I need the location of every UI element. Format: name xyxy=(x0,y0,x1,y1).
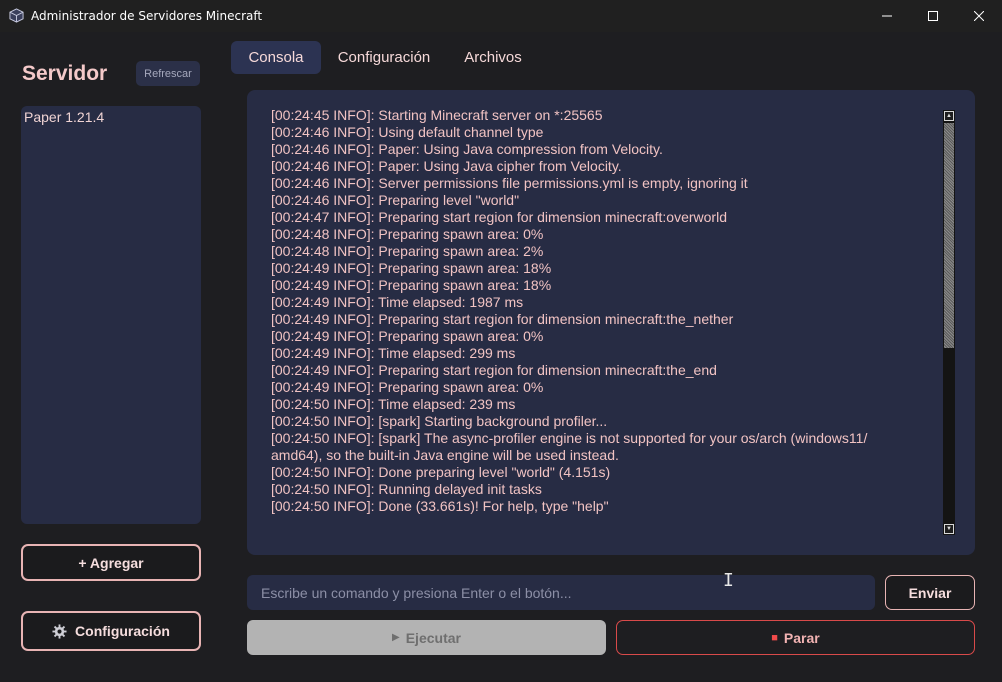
text-cursor-icon: I xyxy=(723,570,734,591)
console-line: [00:24:46 INFO]: Paper: Using Java compr… xyxy=(271,141,663,157)
settings-button-label: Configuración xyxy=(75,623,170,639)
console-line: [00:24:49 INFO]: Time elapsed: 1987 ms xyxy=(271,294,524,310)
console-line: [00:24:49 INFO]: Preparing spawn area: 1… xyxy=(271,277,552,293)
tab-console[interactable]: Consola xyxy=(231,41,321,74)
console-line: [00:24:46 INFO]: Using default channel t… xyxy=(271,124,544,140)
maximize-button[interactable] xyxy=(910,0,956,32)
console-line: [00:24:49 INFO]: Preparing spawn area: 0… xyxy=(271,328,544,344)
add-server-button[interactable]: + Agregar xyxy=(21,544,201,581)
console-line: [00:24:50 INFO]: [spark] The async-profi… xyxy=(271,430,868,463)
console-line: [00:24:49 INFO]: Preparing start region … xyxy=(271,362,717,378)
tab-configuration[interactable]: Configuración xyxy=(329,41,439,74)
console-line: [00:24:45 INFO]: Starting Minecraft serv… xyxy=(271,107,603,123)
run-button-label: Ejecutar xyxy=(405,629,461,646)
command-input[interactable] xyxy=(247,575,875,610)
minimize-icon xyxy=(882,15,892,17)
console-line: [00:24:48 INFO]: Preparing spawn area: 0… xyxy=(271,226,544,242)
maximize-icon xyxy=(928,11,938,21)
refresh-button[interactable]: Refrescar xyxy=(136,61,200,86)
play-icon: ▶ xyxy=(392,632,400,643)
console-line: [00:24:49 INFO]: Time elapsed: 299 ms xyxy=(271,345,516,361)
sidebar-title: Servidor xyxy=(22,62,108,85)
app-icon xyxy=(9,8,24,23)
console-line: [00:24:50 INFO]: [spark] Starting backgr… xyxy=(271,413,608,429)
add-button-label: + Agregar xyxy=(78,554,144,571)
scroll-up-arrow-icon[interactable]: ▲ xyxy=(944,111,954,121)
gear-icon xyxy=(52,623,67,639)
close-icon xyxy=(974,11,984,21)
console-line: [00:24:49 INFO]: Preparing spawn area: 1… xyxy=(271,260,552,276)
console-line: [00:24:46 INFO]: Preparing level "world" xyxy=(271,192,520,208)
scrollbar-thumb[interactable] xyxy=(944,123,954,348)
console-scrollbar[interactable]: ▲ ▼ xyxy=(943,110,955,535)
console-line: [00:24:46 INFO]: Paper: Using Java ciphe… xyxy=(271,158,622,174)
console-line: [00:24:50 INFO]: Done (33.661s)! For hel… xyxy=(271,498,609,514)
console-line: [00:24:47 INFO]: Preparing start region … xyxy=(271,209,727,225)
console-output[interactable]: [00:24:45 INFO]: Starting Minecraft serv… xyxy=(247,90,975,555)
app-body: Servidor Refrescar Paper 1.21.4 + Agrega… xyxy=(0,32,1002,682)
server-list-item[interactable]: Paper 1.21.4 xyxy=(24,109,198,126)
window-title: Administrador de Servidores Minecraft xyxy=(31,9,263,23)
stop-icon: ■ xyxy=(771,631,778,644)
console-line: [00:24:49 INFO]: Preparing start region … xyxy=(271,311,734,327)
minimize-button[interactable] xyxy=(864,0,910,32)
title-bar: Administrador de Servidores Minecraft xyxy=(0,0,1002,32)
run-button[interactable]: ▶ Ejecutar xyxy=(247,620,606,655)
send-button[interactable]: Enviar xyxy=(885,575,975,610)
console-line: [00:24:46 INFO]: Server permissions file… xyxy=(271,175,748,191)
scroll-down-arrow-icon[interactable]: ▼ xyxy=(944,524,954,534)
close-button[interactable] xyxy=(956,0,1002,32)
console-line: [00:24:49 INFO]: Preparing spawn area: 0… xyxy=(271,379,544,395)
tab-files[interactable]: Archivos xyxy=(451,41,535,74)
console-line: [00:24:48 INFO]: Preparing spawn area: 2… xyxy=(271,243,544,259)
stop-button[interactable]: ■ Parar xyxy=(616,620,975,655)
server-list[interactable]: Paper 1.21.4 xyxy=(21,106,201,524)
console-line: [00:24:50 INFO]: Time elapsed: 239 ms xyxy=(271,396,516,412)
stop-button-label: Parar xyxy=(783,629,820,646)
console-line: [00:24:50 INFO]: Done preparing level "w… xyxy=(271,464,611,480)
console-log: [00:24:45 INFO]: Starting Minecraft serv… xyxy=(271,107,921,515)
settings-button[interactable]: Configuración xyxy=(21,611,201,651)
console-line: [00:24:50 INFO]: Running delayed init ta… xyxy=(271,481,542,497)
